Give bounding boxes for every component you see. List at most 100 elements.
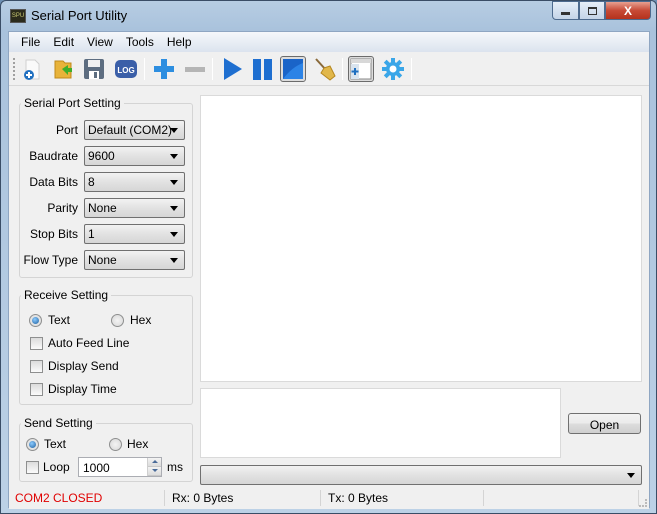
maximize-button[interactable] bbox=[579, 1, 605, 20]
resize-grip[interactable] bbox=[639, 499, 647, 507]
new-file-icon bbox=[24, 59, 40, 80]
display-time-checkbox[interactable] bbox=[30, 383, 43, 396]
send-hex-label: Hex bbox=[127, 437, 149, 451]
status-bar: COM2 CLOSED Rx: 0 Bytes Tx: 0 Bytes bbox=[9, 487, 649, 509]
data-bits-value: 8 bbox=[88, 175, 95, 189]
spin-up-icon[interactable] bbox=[148, 458, 161, 467]
receive-text-radio[interactable] bbox=[29, 314, 42, 327]
client-area: File Edit View Tools Help LOG Serial Por… bbox=[8, 31, 650, 509]
close-button[interactable]: X bbox=[605, 1, 651, 20]
start-button[interactable] bbox=[219, 56, 245, 82]
receive-hex-label: Hex bbox=[130, 313, 152, 327]
baudrate-select[interactable]: 9600 bbox=[84, 146, 185, 166]
menu-tools[interactable]: Tools bbox=[120, 32, 161, 52]
menu-view[interactable]: View bbox=[81, 32, 120, 52]
app-logo-icon: SPU bbox=[10, 9, 26, 23]
port-select[interactable]: Default (COM2) bbox=[84, 120, 185, 140]
stop-bits-value: 1 bbox=[88, 227, 95, 241]
flow-type-select[interactable]: None bbox=[84, 250, 185, 270]
menu-help[interactable]: Help bbox=[161, 32, 199, 52]
receive-hex-radio[interactable] bbox=[111, 314, 124, 327]
spin-down-icon[interactable] bbox=[148, 467, 161, 476]
chevron-down-icon bbox=[170, 180, 178, 185]
minimize-icon bbox=[561, 11, 570, 15]
chevron-down-icon bbox=[170, 128, 178, 133]
open-folder-icon bbox=[54, 60, 72, 79]
flow-type-label: Flow Type bbox=[23, 253, 78, 267]
stop-bits-label: Stop Bits bbox=[29, 227, 78, 241]
parity-value: None bbox=[88, 201, 117, 215]
parity-select[interactable]: None bbox=[84, 198, 185, 218]
flow-type-value: None bbox=[88, 253, 117, 267]
open-button[interactable]: Open bbox=[568, 413, 641, 434]
open-button[interactable] bbox=[51, 56, 77, 82]
chevron-down-icon bbox=[170, 206, 178, 211]
parity-label: Parity bbox=[47, 201, 78, 215]
pause-icon bbox=[253, 59, 272, 80]
menu-edit[interactable]: Edit bbox=[47, 32, 81, 52]
stop-bits-select[interactable]: 1 bbox=[84, 224, 185, 244]
display-send-checkbox[interactable] bbox=[30, 360, 43, 373]
send-hex-radio[interactable] bbox=[109, 438, 122, 451]
play-icon bbox=[224, 58, 242, 80]
loop-checkbox[interactable] bbox=[26, 461, 39, 474]
svg-text:LOG: LOG bbox=[117, 66, 134, 75]
chevron-down-icon bbox=[627, 473, 635, 478]
send-setting-title: Send Setting bbox=[21, 416, 96, 430]
tx-count: Tx: 0 Bytes bbox=[328, 491, 389, 505]
close-icon: X bbox=[623, 3, 632, 18]
stop-icon bbox=[283, 59, 303, 79]
save-icon bbox=[84, 59, 104, 79]
maximize-icon bbox=[587, 6, 597, 15]
auto-feed-line-label: Auto Feed Line bbox=[48, 336, 130, 350]
data-bits-label: Data Bits bbox=[29, 175, 78, 189]
chevron-down-icon bbox=[170, 258, 178, 263]
baudrate-label: Baudrate bbox=[29, 149, 78, 163]
chevron-down-icon bbox=[170, 232, 178, 237]
settings-gear-icon bbox=[382, 58, 404, 80]
port-status: COM2 CLOSED bbox=[15, 491, 103, 505]
layout-button[interactable] bbox=[348, 56, 374, 82]
receive-text-label: Text bbox=[48, 313, 71, 327]
toolbar-grip[interactable] bbox=[13, 58, 15, 80]
loop-label: Loop bbox=[43, 460, 70, 474]
loop-unit-label: ms bbox=[167, 460, 183, 474]
add-icon bbox=[154, 59, 174, 79]
baudrate-value: 9600 bbox=[88, 149, 115, 163]
minimize-button[interactable] bbox=[552, 1, 579, 20]
send-history-select[interactable] bbox=[200, 465, 642, 485]
send-text-radio[interactable] bbox=[26, 438, 39, 451]
add-button[interactable] bbox=[151, 56, 177, 82]
port-label: Port bbox=[55, 123, 78, 137]
new-button[interactable] bbox=[19, 56, 45, 82]
serial-port-setting-title: Serial Port Setting bbox=[21, 96, 124, 110]
send-textarea[interactable] bbox=[200, 388, 561, 458]
remove-icon bbox=[185, 67, 205, 72]
display-send-label: Display Send bbox=[48, 359, 119, 373]
clear-broom-icon bbox=[315, 58, 336, 81]
display-time-label: Display Time bbox=[48, 382, 117, 396]
data-bits-select[interactable]: 8 bbox=[84, 172, 185, 192]
menu-file[interactable]: File bbox=[15, 32, 47, 52]
pause-button[interactable] bbox=[250, 56, 276, 82]
log-button[interactable]: LOG bbox=[113, 56, 139, 82]
rx-count: Rx: 0 Bytes bbox=[172, 491, 234, 505]
auto-feed-line-checkbox[interactable] bbox=[30, 337, 43, 350]
port-value: Default (COM2) bbox=[88, 123, 173, 137]
save-button[interactable] bbox=[81, 56, 107, 82]
chevron-down-icon bbox=[170, 154, 178, 159]
loop-interval-spinbox[interactable]: 1000 bbox=[78, 457, 162, 477]
serial-port-setting-group: Serial Port Setting Port Default (COM2) … bbox=[19, 96, 193, 278]
layout-window-icon bbox=[350, 58, 372, 80]
menu-bar: File Edit View Tools Help bbox=[9, 32, 649, 52]
app-window: SPU Serial Port Utility X File Edit View… bbox=[0, 0, 657, 514]
send-text-label: Text bbox=[44, 437, 67, 451]
stop-button[interactable] bbox=[280, 56, 306, 82]
title-bar[interactable]: SPU Serial Port Utility X bbox=[1, 1, 656, 31]
settings-button[interactable] bbox=[380, 56, 406, 82]
clear-button[interactable] bbox=[312, 56, 338, 82]
loop-interval-value: 1000 bbox=[83, 461, 110, 475]
receive-setting-group: Receive Setting Text Hex Auto Feed Line … bbox=[19, 288, 193, 405]
receive-textarea[interactable] bbox=[200, 95, 642, 382]
remove-button[interactable] bbox=[182, 56, 208, 82]
